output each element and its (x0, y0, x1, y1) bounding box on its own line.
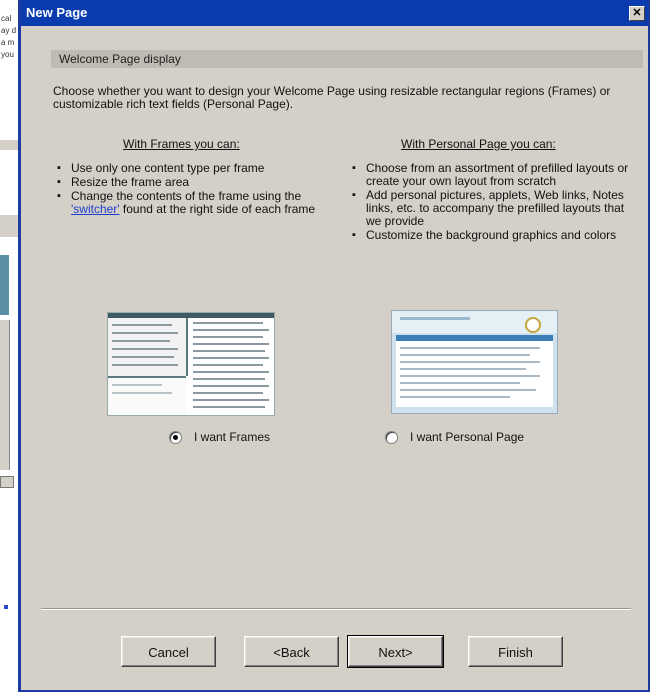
background-text: a m (1, 38, 15, 47)
title-bar[interactable]: New Page ✕ (21, 0, 648, 26)
divider (41, 608, 631, 610)
next-button[interactable]: Next> (347, 635, 444, 668)
cancel-button[interactable]: Cancel (121, 636, 216, 667)
frames-radio[interactable] (169, 430, 182, 444)
personal-page-radio[interactable] (385, 430, 398, 444)
frames-radio-label: I want Frames (194, 430, 271, 444)
list-item: Customize the background graphics and co… (349, 229, 639, 243)
background-panel (0, 320, 10, 470)
close-button[interactable]: ✕ (629, 6, 645, 21)
background-text: you (1, 50, 14, 59)
frames-bullet-list: Use only one content type per frame Resi… (54, 162, 329, 217)
personal-page-preview-image (391, 310, 558, 414)
background-bullet (4, 605, 8, 609)
frames-preview-image (107, 312, 275, 416)
list-item: Add personal pictures, applets, Web link… (349, 189, 639, 228)
new-page-dialog: New Page ✕ Welcome Page display Choose w… (18, 0, 650, 692)
background-scrollbar (0, 476, 14, 488)
personal-bullet-list: Choose from an assortment of prefilled l… (349, 162, 639, 243)
list-item: Resize the frame area (54, 176, 329, 190)
switcher-link[interactable]: 'switcher' (71, 202, 120, 216)
back-button[interactable]: <Back (244, 636, 339, 667)
list-item: Choose from an assortment of prefilled l… (349, 162, 639, 188)
close-icon: ✕ (632, 7, 642, 19)
section-header: Welcome Page display (51, 50, 643, 68)
frames-heading: With Frames you can: (123, 137, 240, 151)
personal-page-option[interactable]: I want Personal Page (385, 430, 524, 444)
background-text: cal (1, 14, 12, 23)
finish-button[interactable]: Finish (468, 636, 563, 667)
list-item: Use only one content type per frame (54, 162, 329, 176)
personal-page-radio-label: I want Personal Page (410, 430, 525, 444)
background-text: ay d (1, 26, 17, 35)
background-image (0, 255, 9, 315)
intro-text: Choose whether you want to design your W… (53, 84, 611, 111)
window-title: New Page (26, 5, 88, 20)
frames-option[interactable]: I want Frames (169, 430, 270, 444)
clock-icon (525, 317, 541, 333)
personal-heading: With Personal Page you can: (401, 137, 556, 151)
list-item: Change the contents of the frame using t… (54, 190, 329, 216)
